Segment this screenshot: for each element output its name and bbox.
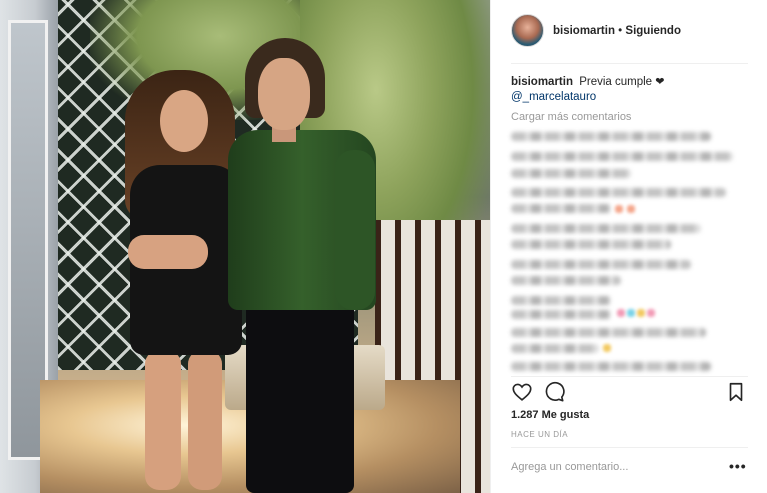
caption-text: Previa cumple xyxy=(579,76,653,88)
blurred-comment-line xyxy=(511,132,711,141)
header-username[interactable]: bisiomartin xyxy=(553,25,615,37)
blurred-comment-line xyxy=(511,188,726,197)
post-caption: bisiomartin Previa cumple ❤ @_marcelatau… xyxy=(511,75,751,105)
man-arm xyxy=(335,150,375,310)
header-user-line: bisiomartin • Siguiendo xyxy=(553,25,681,37)
divider xyxy=(511,63,748,64)
load-more-comments-link[interactable]: Cargar más comentarios xyxy=(511,111,631,123)
woman-leg-left xyxy=(145,350,181,490)
blurred-comment-line xyxy=(511,276,621,285)
header-separator: • xyxy=(614,25,626,37)
heart-outline-icon[interactable] xyxy=(511,381,533,403)
man-pants xyxy=(246,300,354,493)
divider xyxy=(511,376,748,377)
blurred-emoji xyxy=(627,309,635,317)
blurred-comment-line xyxy=(511,362,711,371)
blurred-comment-line xyxy=(511,296,611,305)
likes-count[interactable]: 1.287 Me gusta xyxy=(511,409,589,421)
blurred-emoji xyxy=(637,309,645,317)
blurred-emoji xyxy=(603,344,611,352)
post-sidebar: bisiomartin • Siguiendo bisiomartin Prev… xyxy=(490,0,767,493)
woman-arms xyxy=(128,235,208,269)
post-photo[interactable] xyxy=(0,0,490,493)
ellipsis-icon[interactable]: ••• xyxy=(729,458,747,474)
blurred-comment-line xyxy=(511,169,631,178)
blurred-comment-line xyxy=(511,344,599,353)
blurred-comment-line xyxy=(511,260,691,269)
man-face xyxy=(258,58,310,130)
blurred-comment-line xyxy=(511,204,611,213)
woman-leg-right xyxy=(188,350,222,490)
blurred-emoji xyxy=(627,205,635,213)
caption-mention-link[interactable]: @_marcelatauro xyxy=(511,90,751,105)
heart-emoji: ❤ xyxy=(655,76,665,88)
follow-status-button[interactable]: Siguiendo xyxy=(625,25,681,37)
blurred-comment-line xyxy=(511,152,733,161)
blurred-comment-line xyxy=(511,328,706,337)
speech-bubble-icon[interactable] xyxy=(543,381,565,403)
post-header: bisiomartin • Siguiendo xyxy=(491,0,767,63)
blurred-emoji xyxy=(617,309,625,317)
woman-face xyxy=(160,90,208,152)
blurred-emoji xyxy=(647,309,655,317)
comment-input[interactable]: Agrega un comentario... xyxy=(511,461,628,473)
blurred-comment-line xyxy=(511,240,671,249)
avatar[interactable] xyxy=(511,14,544,47)
post-timestamp[interactable]: HACE UN DÍA xyxy=(511,430,568,439)
bookmark-icon[interactable] xyxy=(725,381,747,403)
blurred-comment-line xyxy=(511,310,611,319)
divider xyxy=(511,447,748,448)
blurred-comments xyxy=(509,128,749,378)
blurred-comment-line xyxy=(511,224,701,233)
blurred-emoji xyxy=(615,205,623,213)
caption-username[interactable]: bisiomartin xyxy=(511,76,573,88)
